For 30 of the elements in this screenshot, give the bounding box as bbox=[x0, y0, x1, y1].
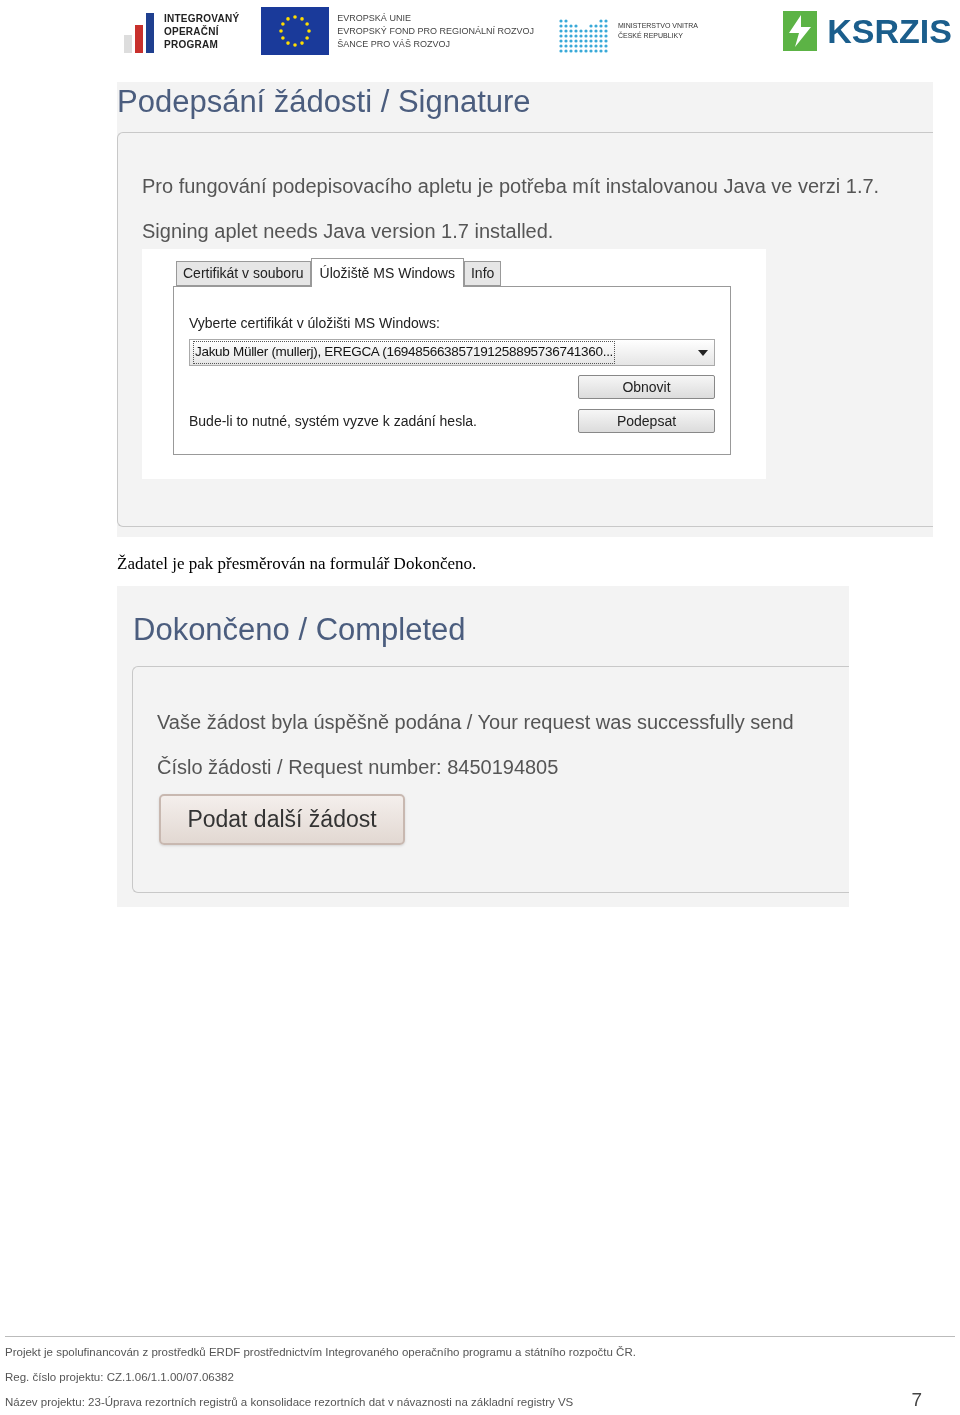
note-text: Bude-li to nutné, systém vyzve k zadání hesla. bbox=[189, 411, 477, 431]
footer-text: Reg. číslo projektu: CZ.1.06/1.1.00/07.06382 bbox=[5, 1371, 234, 1383]
tab[interactable]: Úložiště MS Windows bbox=[310, 258, 464, 287]
logo-text: INTEGROVANÝ bbox=[164, 11, 240, 25]
logo-text: EVROPSKÝ FOND PRO REGIONÁLNÍ ROZVOJ bbox=[337, 24, 534, 38]
tab[interactable]: Info bbox=[464, 261, 502, 286]
tab[interactable]: Certifikát v souboru bbox=[176, 261, 311, 286]
submit-another-button[interactable]: Podat další žádost bbox=[159, 794, 405, 845]
dropdown-value: Jakub Müller (mullerj), EREGCA (169485663857191258895736741360... bbox=[193, 341, 616, 364]
section-title: Dokončeno / Completed bbox=[132, 611, 467, 649]
footer-text: Název projektu: 23-Úprava rezortních registrů a konsolidace rezortních dat v návaznosti na základní registry VS bbox=[5, 1396, 574, 1408]
section-title: Podepsání žádosti / Signature bbox=[117, 84, 532, 121]
page-number: 7 bbox=[911, 1389, 922, 1411]
logo-text: KSRZIS bbox=[827, 14, 952, 48]
caption-text: Žadatel je pak přesměrován na formulář Dokončeno. bbox=[117, 554, 477, 573]
info-text: Signing aplet needs Java version 1.7 installed. bbox=[142, 219, 555, 244]
logo-text: OPERAČNÍ bbox=[164, 24, 220, 38]
logo-text: ŠANCE PRO VÁŠ ROZVOJ bbox=[337, 37, 451, 51]
eu-flag-icon bbox=[261, 7, 330, 55]
footer-text: Projekt je spolufinancován z prostředků ERDF prostřednictvím Integrovaného operačního programu a státního rozpočtu ČR. bbox=[5, 1346, 636, 1358]
sign-button[interactable]: Podepsat bbox=[578, 409, 715, 433]
logo-text: PROGRAM bbox=[164, 37, 219, 51]
field-label: Vyberte certifikát v úložišti MS Windows: bbox=[189, 314, 441, 333]
info-text: Pro fungování podepisovacího apletu je potřeba mít instalovanou Java ve verzi 1.7. bbox=[142, 174, 881, 199]
info-text: Číslo žádosti / Request number: 8450194805 bbox=[157, 755, 560, 780]
certificate-dropdown[interactable]: Jakub Müller (mullerj), EREGCA (169485663857191258895736741360... bbox=[189, 339, 715, 366]
info-text: Vaše žádost byla úspěšně podána / Your request was successfully send bbox=[157, 710, 795, 735]
refresh-button[interactable]: Obnovit bbox=[578, 375, 715, 399]
logo-text: EVROPSKÁ UNIE bbox=[337, 11, 412, 25]
dropdown-caret-icon bbox=[698, 349, 708, 356]
